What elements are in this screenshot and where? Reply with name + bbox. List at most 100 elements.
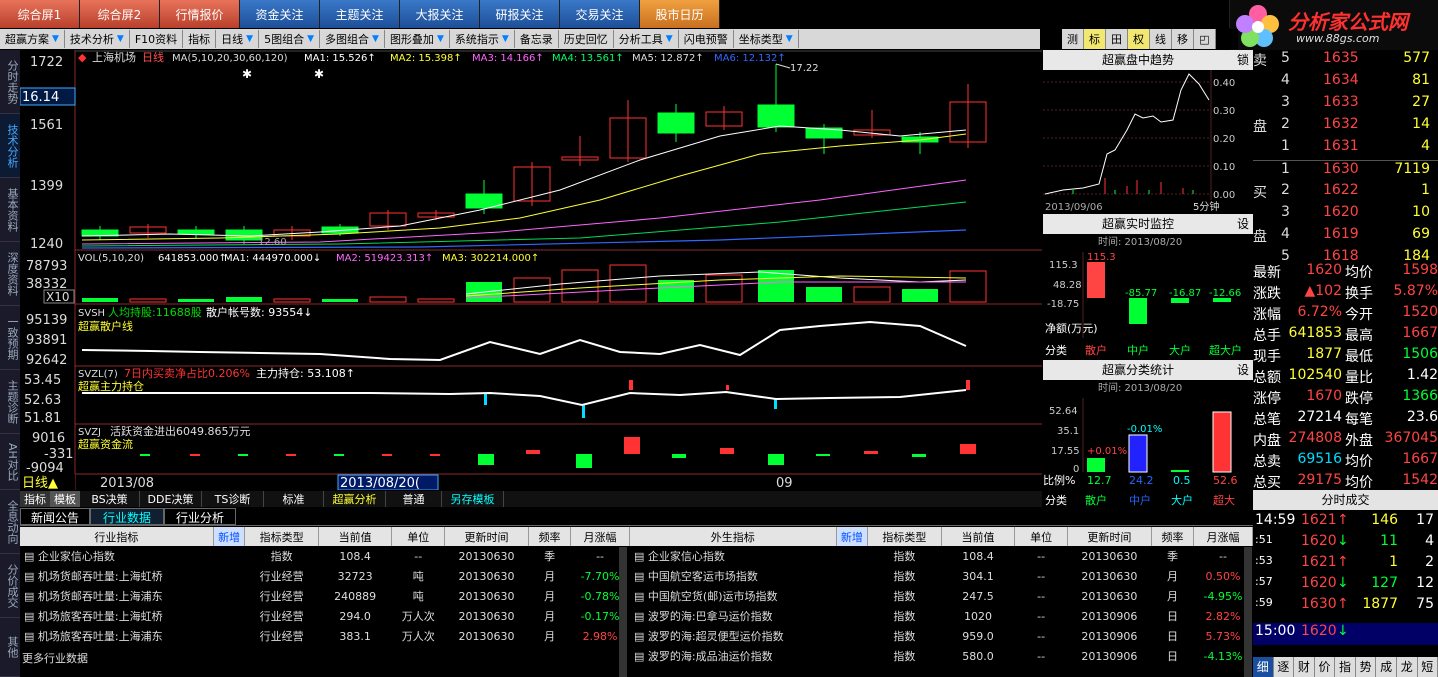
vtab-intraday[interactable]: 分时走势 [0, 50, 20, 114]
add-new-button[interactable]: 新增 [836, 527, 869, 546]
trades-tab[interactable]: 成 [1376, 657, 1397, 677]
tab-screen-2[interactable]: 综合屏2 [80, 0, 160, 28]
svzj-header: SVZJ [78, 427, 101, 438]
order-book-row[interactable]: 盘 2 1632 14 [1253, 116, 1438, 138]
toolbar-system-signal[interactable]: 系统指示 ▼ [450, 30, 515, 48]
indicator-name: 机场旅客吞吐量:上海浦东 [37, 630, 163, 643]
order-book-row[interactable]: 盘 4 1619 69 [1253, 226, 1438, 248]
quote-label: 外盘 [1345, 433, 1373, 449]
toolbar-memo[interactable]: 备忘录 [515, 30, 559, 48]
table-header: 月涨幅 [570, 527, 630, 546]
order-book-row[interactable]: 4 1634 81 [1253, 72, 1438, 94]
toolbar-multi-combo[interactable]: 多图组合 ▼ [320, 30, 385, 48]
tab-research[interactable]: 研报关注 [480, 0, 560, 28]
quote-value: 69516 [1297, 451, 1342, 467]
table-row[interactable]: ▤ 企业家信心指数 指数 108.4 -- 20130630 季 -- [630, 546, 1253, 566]
tab-screen-1[interactable]: 综合屏1 [0, 0, 80, 28]
monitor-settings-button[interactable]: 设 [1233, 214, 1253, 234]
order-book-row[interactable]: 1 1631 4 [1253, 138, 1438, 160]
toolbar-daily[interactable]: 日线 ▼ [216, 30, 260, 48]
vtab-other[interactable]: 其他 [0, 618, 20, 677]
trade-row[interactable]: 15:00 1620 ↓ [1253, 623, 1438, 645]
toolbar-overlay[interactable]: 图形叠加 ▼ [385, 30, 450, 48]
more-industry-link[interactable]: 更多行业数据 [22, 650, 88, 666]
vtab-ah-compare[interactable]: AH对比 [0, 434, 20, 490]
doc-icon: ▤ [634, 550, 645, 563]
trade-row[interactable]: 14:59 1621 ↑ 146 17 [1253, 512, 1438, 534]
table-row[interactable]: ▤ 机场货邮吞吐量:上海虹桥 行业经营 32723 吨 20130630 月 -7.70% [20, 566, 630, 586]
vtab-consensus[interactable]: 一致预期 [0, 306, 20, 370]
tab-trade-focus[interactable]: 交易关注 [560, 0, 640, 28]
window-icon[interactable]: ◰ [1194, 29, 1216, 49]
table-row[interactable]: ▤ 中国航空客运市场指数 指数 304.1 -- 20130630 月 0.50% [630, 566, 1253, 586]
tab-calendar[interactable]: 股市日历 [640, 0, 720, 28]
toolbar-indicator[interactable]: 指标 [183, 30, 217, 48]
rights-button[interactable]: 权 [1128, 29, 1150, 49]
table-row[interactable]: ▤ 波罗的海:成品油运价指数 指数 580.0 -- 20130906 日 -4.13% [630, 646, 1253, 666]
vtab-basic-info[interactable]: 基本资料 [0, 178, 20, 242]
move-button[interactable]: 移 [1172, 29, 1194, 49]
tab-fund-focus[interactable]: 资金关注 [240, 0, 320, 28]
table-row[interactable]: ▤ 企业家信心指数 指数 108.4 -- 20130630 季 -- [20, 546, 630, 566]
trade-row[interactable]: :59 1630 ↑ 1877 75 [1253, 596, 1438, 618]
order-book-row[interactable]: 3 1620 10 [1253, 204, 1438, 226]
trades-tab[interactable]: 势 [1356, 657, 1377, 677]
table-row[interactable]: ▤ 机场货邮吞吐量:上海浦东 行业经营 240889 吨 20130630 月 -0.78% [20, 586, 630, 606]
trades-tab[interactable]: 财 [1294, 657, 1315, 677]
tab-industry-analysis[interactable]: 行业分析 [164, 508, 236, 525]
table-cell: 580.0 [962, 649, 994, 663]
toolbar-tools[interactable]: 分析工具 ▼ [614, 30, 679, 48]
toolbar-5-combo[interactable]: 5图组合 ▼ [259, 30, 321, 48]
order-book-row[interactable]: 卖 5 1635 577 [1253, 50, 1438, 72]
monitor-cat: 大户 [1169, 343, 1191, 357]
table-row[interactable]: ▤ 波罗的海:超灵便型运价指数 指数 959.0 -- 20130906 日 5.73% [630, 626, 1253, 646]
order-book-row[interactable]: 买 2 1622 1 [1253, 182, 1438, 204]
tab-quotes[interactable]: 行情报价 [160, 0, 240, 28]
kline-chart[interactable]: ◆ 上海机场 日线 MA(5,10,20,30,60,120) MA1: 15.… [20, 50, 1042, 490]
vtab-tech-analysis[interactable]: 技术分析 [0, 114, 20, 178]
external-scrollbar[interactable] [1244, 547, 1252, 677]
quote-label: 均价 [1345, 265, 1373, 281]
vtab-price-volume[interactable]: 分价成交 [0, 554, 20, 618]
stat-settings-button[interactable]: 设 [1233, 360, 1253, 380]
toolbar-tech-analysis[interactable]: 技术分析 ▼ [65, 30, 130, 48]
trades-tab[interactable]: 短 [1418, 657, 1438, 677]
trade-row[interactable]: :57 1620 ↓ 127 12 [1253, 575, 1438, 597]
vtab-diagnosis[interactable]: 主题诊断 [0, 370, 20, 434]
measure-button[interactable]: 测 [1062, 29, 1084, 49]
period-button[interactable]: 日线▲ [22, 476, 58, 490]
trade-row[interactable]: :53 1621 ↑ 1 2 [1253, 554, 1438, 576]
tab-industry-data[interactable]: 行业数据 [90, 508, 164, 525]
toolbar-axis-type[interactable]: 坐标类型 ▼ [734, 30, 799, 48]
table-row[interactable]: ▤ 机场旅客吞吐量:上海浦东 行业经营 383.1 万人次 20130630 月 2.98% [20, 626, 630, 646]
lock-button[interactable]: 锁 [1233, 50, 1253, 70]
trade-row[interactable]: :51 1620 ↓ 11 4 [1253, 533, 1438, 555]
toolbar-f10[interactable]: F10资料 [130, 30, 184, 48]
vtab-holographic[interactable]: 全息动向 [0, 490, 20, 554]
industry-scrollbar[interactable] [619, 547, 627, 677]
trades-tab[interactable]: 逐 [1274, 657, 1295, 677]
trades-tab[interactable]: 细 [1253, 657, 1274, 677]
vtab-deep-info[interactable]: 深度资料 [0, 242, 20, 306]
toolbar-alert[interactable]: 闪电预警 [679, 30, 734, 48]
order-book-row[interactable]: 3 1633 27 [1253, 94, 1438, 116]
trades-tab[interactable]: 龙 [1397, 657, 1418, 677]
tab-news[interactable]: 新闻公告 [20, 508, 90, 525]
line-button[interactable]: 线 [1150, 29, 1172, 49]
toolbar-label: 多图组合 [325, 33, 370, 46]
tab-big-report[interactable]: 大报关注 [400, 0, 480, 28]
tab-theme-focus[interactable]: 主题关注 [320, 0, 400, 28]
trades-tab[interactable]: 指 [1335, 657, 1356, 677]
table-row[interactable]: ▤ 中国航空货(邮)运市场指数 指数 247.5 -- 20130630 月 -4.95% [630, 586, 1253, 606]
trade-arrow-icon: ↑ [1337, 596, 1349, 612]
mark-button[interactable]: 标 [1084, 29, 1106, 49]
dropdown-arrow-icon: ▼ [246, 34, 254, 44]
add-new-button[interactable]: 新增 [213, 527, 246, 546]
toolbar-super-plan[interactable]: 超赢方案 ▼ [0, 30, 65, 48]
grid-button[interactable]: 田 [1106, 29, 1128, 49]
toolbar-history[interactable]: 历史回忆 [559, 30, 614, 48]
trades-tab[interactable]: 价 [1315, 657, 1336, 677]
table-row[interactable]: ▤ 机场旅客吞吐量:上海虹桥 行业经营 294.0 万人次 20130630 月 -0.17… [20, 606, 630, 626]
table-row[interactable]: ▤ 波罗的海:巴拿马运价指数 指数 1020 -- 20130906 日 2.82% [630, 606, 1253, 626]
order-book-row[interactable]: 1 1630 7119 [1253, 160, 1438, 182]
